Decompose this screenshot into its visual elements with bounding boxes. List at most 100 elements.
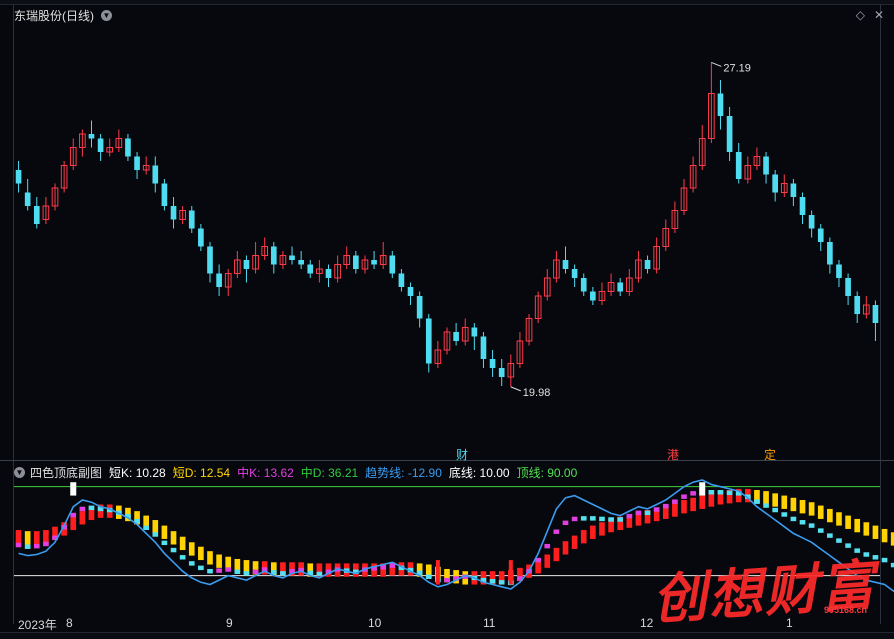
short-k-bar	[881, 557, 888, 563]
short-k-bar	[24, 544, 31, 549]
signal-bar	[571, 535, 578, 549]
top-signal-bar	[70, 482, 77, 496]
candle-body	[845, 278, 851, 296]
signal-bar	[544, 554, 551, 568]
candle-body	[562, 260, 569, 269]
short-k-bar	[590, 516, 596, 521]
candle-body	[836, 264, 842, 278]
short-k-bar	[88, 505, 95, 511]
candle-body	[243, 260, 250, 269]
candle-body	[398, 273, 405, 287]
short-k-bar	[617, 517, 624, 522]
signal-bar	[872, 525, 879, 539]
candle-body	[872, 305, 879, 323]
signal-bar	[161, 525, 168, 539]
short-k-bar	[827, 533, 833, 538]
short-k-bar	[653, 507, 660, 512]
axis-label-dec: 12	[640, 616, 654, 630]
candle-body	[170, 206, 177, 220]
candle-body	[88, 134, 95, 139]
short-k-bar	[252, 569, 259, 574]
signal-bar	[590, 525, 596, 539]
signal-bar	[179, 536, 186, 551]
event-marker-hk[interactable]: 港	[667, 446, 679, 463]
candle-body	[480, 336, 487, 359]
short-k-bar	[763, 503, 769, 508]
candle-body	[590, 291, 596, 301]
short-k-bar	[79, 506, 86, 512]
event-marker-fixed[interactable]: 定	[764, 446, 776, 463]
candle-body	[735, 152, 742, 179]
signal-bar	[580, 530, 587, 544]
candle-body	[827, 242, 833, 265]
signal-bar	[854, 518, 861, 533]
candle-body	[125, 138, 131, 157]
signal-bar	[817, 505, 824, 519]
signal-bar	[690, 497, 696, 512]
candle-body	[799, 197, 806, 215]
short-k-bar	[662, 503, 669, 509]
short-k-bar	[143, 525, 150, 531]
candlestick-chart[interactable]: 27.19 19.98	[14, 4, 880, 461]
candle-body	[772, 174, 778, 193]
signal-bar	[152, 520, 159, 534]
short-k-bar	[33, 543, 40, 549]
candle-body	[198, 228, 204, 247]
signal-bar	[827, 508, 833, 523]
short-k-bar	[562, 520, 569, 526]
candle-body	[498, 368, 505, 377]
signal-bar	[763, 491, 769, 505]
short-k-bar	[161, 540, 168, 546]
short-k-bar	[544, 543, 551, 549]
short-k-bar	[553, 529, 560, 534]
watermark-url: 995168.cn	[824, 605, 868, 615]
short-k-bar	[635, 510, 642, 516]
candle-body	[425, 318, 432, 364]
candle-body	[188, 210, 195, 229]
event-marker-earnings[interactable]: 财	[456, 446, 468, 463]
signal-bar	[790, 497, 797, 512]
signal-bar	[672, 503, 678, 517]
signal-bar	[70, 516, 77, 531]
axis-label-aug: 8	[66, 616, 73, 630]
short-k-bar	[580, 516, 587, 521]
candlestick-svg: 27.19 19.98	[15, 61, 879, 399]
candle-body	[325, 269, 332, 278]
short-k-bar	[571, 516, 578, 522]
short-k-bar	[43, 541, 49, 547]
candle-body	[33, 206, 40, 224]
signal-bar	[170, 531, 177, 545]
short-k-bar	[754, 499, 760, 504]
signal-bar	[599, 522, 605, 536]
short-k-bar	[781, 512, 788, 517]
short-k-bar	[772, 507, 778, 513]
candle-body	[371, 260, 377, 265]
short-k-bar	[498, 580, 505, 585]
candle-body	[15, 170, 22, 184]
short-k-bar	[243, 571, 250, 576]
low-pointer	[510, 386, 521, 392]
signal-bar	[681, 500, 687, 514]
candle-body	[763, 156, 769, 175]
signal-bar	[553, 547, 560, 562]
candle-body	[854, 296, 861, 314]
signal-bar	[845, 515, 851, 529]
short-k-bar	[188, 561, 195, 566]
candle-body	[307, 264, 314, 274]
candle-body	[407, 287, 414, 296]
candle-body	[580, 278, 587, 292]
candle-body	[216, 273, 222, 287]
signal-bar	[24, 531, 31, 545]
candle-body	[298, 260, 304, 265]
candle-body	[134, 156, 140, 170]
watermark-logo: 创想财富	[650, 553, 879, 632]
signal-bar	[699, 495, 706, 509]
candle-body	[289, 255, 295, 260]
short-k-bar	[808, 523, 815, 528]
signal-bar	[79, 511, 86, 525]
high-pointer	[711, 61, 722, 67]
short-k-bar	[216, 568, 222, 573]
signal-bar	[15, 530, 22, 544]
short-k-bar	[799, 520, 806, 525]
short-k-bar	[198, 565, 204, 571]
